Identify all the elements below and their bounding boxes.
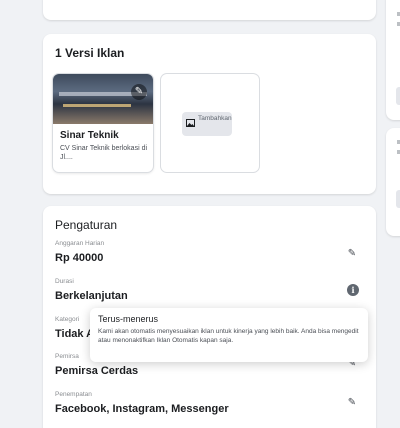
field-label: Durasi bbox=[55, 278, 74, 285]
category-field: Kategori Tidak A bbox=[55, 316, 94, 341]
side-panel-button[interactable] bbox=[396, 190, 400, 208]
pencil-icon[interactable]: ✎ bbox=[131, 84, 147, 100]
ad-versions-card: 1 Versi Iklan ✎ Sinar Teknik CV Sinar Te… bbox=[43, 34, 376, 194]
ad-version-tile[interactable]: ✎ Sinar Teknik CV Sinar Teknik berlokasi… bbox=[53, 74, 153, 172]
tooltip-body: Kami akan otomatis menyesuaikan iklan un… bbox=[98, 328, 359, 344]
image-add-icon bbox=[186, 119, 195, 127]
daily-budget-field: Anggaran Harian Rp 40000 bbox=[55, 240, 104, 265]
placement-field: Penempatan Facebook, Instagram, Messenge… bbox=[55, 391, 229, 416]
add-version-label: Tambahkan bbox=[198, 115, 232, 122]
info-icon[interactable]: i bbox=[347, 284, 359, 296]
field-label: Anggaran Harian bbox=[55, 240, 105, 247]
ad-description: CV Sinar Teknik berlokasi di Jl.... bbox=[60, 145, 148, 161]
add-version-tile[interactable]: Tambahkan bbox=[161, 74, 259, 172]
duration-tooltip: Terus-menerus Kami akan otomatis menyesu… bbox=[90, 308, 368, 362]
side-panel-button[interactable] bbox=[396, 87, 400, 105]
field-value: Berkelanjutan bbox=[55, 290, 128, 302]
add-version-button[interactable]: Tambahkan bbox=[182, 112, 232, 136]
duration-field: Durasi Berkelanjutan bbox=[55, 278, 128, 303]
side-panel-card bbox=[386, 128, 400, 236]
side-panel-card bbox=[386, 0, 400, 120]
field-value: Pemirsa Cerdas bbox=[55, 365, 139, 377]
pencil-icon[interactable]: ✎ bbox=[346, 397, 358, 409]
field-value: Facebook, Instagram, Messenger bbox=[55, 403, 229, 415]
field-label: Kategori bbox=[55, 316, 80, 323]
ad-versions-title: 1 Versi Iklan bbox=[55, 46, 125, 60]
previous-section-card bbox=[43, 0, 376, 20]
pencil-icon[interactable]: ✎ bbox=[346, 248, 358, 260]
ad-name: Sinar Teknik bbox=[60, 130, 119, 141]
field-value: Tidak A bbox=[55, 328, 95, 340]
field-value: Rp 40000 bbox=[55, 252, 104, 264]
settings-title: Pengaturan bbox=[55, 218, 118, 232]
field-label: Penempatan bbox=[55, 391, 92, 398]
tooltip-title: Terus-menerus bbox=[98, 314, 159, 324]
